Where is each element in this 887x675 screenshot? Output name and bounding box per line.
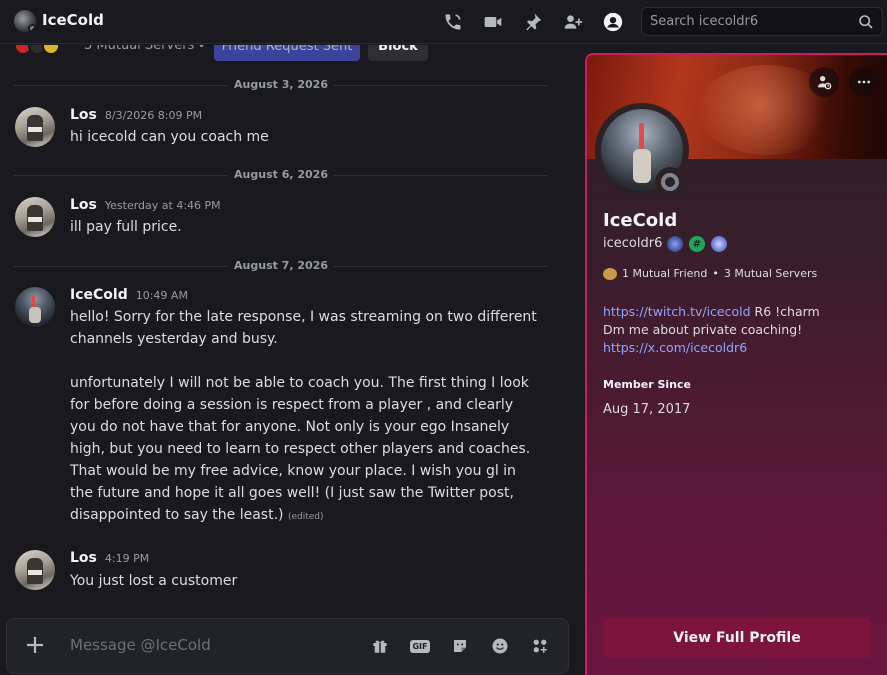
gif-icon[interactable]: GIF bbox=[409, 635, 431, 657]
avatar[interactable] bbox=[15, 287, 55, 327]
add-friend-icon[interactable] bbox=[809, 67, 839, 97]
message-composer: GIF bbox=[6, 618, 569, 674]
author-name[interactable]: IceCold bbox=[70, 287, 128, 303]
search-input[interactable] bbox=[650, 14, 850, 29]
server-boost-badge-icon[interactable] bbox=[711, 236, 727, 252]
member-since-label: Member Since bbox=[603, 378, 691, 391]
date-divider: August 6, 2026 bbox=[0, 168, 562, 181]
friend-request-sent-button[interactable]: Friend Request Sent bbox=[214, 45, 360, 61]
nitro-badge-icon[interactable] bbox=[667, 236, 683, 252]
apps-icon[interactable] bbox=[529, 635, 551, 657]
server-icon[interactable] bbox=[42, 45, 60, 55]
message-header: IceCold 10:49 AM bbox=[70, 287, 188, 303]
separator-dot: • bbox=[198, 45, 206, 53]
bio-text: R6 !charm bbox=[750, 304, 820, 319]
message-paragraph: hello! Sorry for the late response, I wa… bbox=[70, 309, 537, 347]
separator-dot: • bbox=[712, 267, 719, 280]
search-icon bbox=[858, 14, 874, 34]
mutual-servers-text[interactable]: 3 Mutual Servers bbox=[84, 45, 194, 53]
message-text: ill pay full price. bbox=[70, 219, 182, 235]
block-button[interactable]: Block bbox=[368, 45, 428, 61]
timestamp: Yesterday at 4:46 PM bbox=[104, 199, 221, 212]
message-paragraph: unfortunately I will not be able to coac… bbox=[70, 375, 531, 523]
message-text: hello! Sorry for the late response, I wa… bbox=[70, 306, 540, 528]
message-text: You just lost a customer bbox=[70, 573, 238, 589]
more-options-icon[interactable] bbox=[849, 67, 879, 97]
offline-status-icon bbox=[655, 167, 685, 197]
mutual-friends-link[interactable]: 1 Mutual Friend bbox=[622, 267, 707, 280]
search-box[interactable] bbox=[641, 7, 883, 36]
profile-display-name: IceCold bbox=[603, 210, 678, 231]
profile-bio: https://twitch.tv/icecold R6 !charm Dm m… bbox=[603, 303, 873, 357]
x-link[interactable]: https://x.com/icecoldr6 bbox=[603, 340, 747, 355]
avatar[interactable] bbox=[15, 550, 55, 590]
header-title: IceCold bbox=[42, 11, 104, 29]
member-since-date: Aug 17, 2017 bbox=[603, 402, 691, 417]
timestamp: 4:19 PM bbox=[104, 552, 150, 565]
message-header: Los Yesterday at 4:46 PM bbox=[70, 197, 221, 213]
sticker-icon[interactable] bbox=[449, 635, 471, 657]
emoji-icon[interactable] bbox=[489, 635, 511, 657]
dm-profile-header: 3 Mutual Servers • Friend Request Sent B… bbox=[0, 45, 583, 63]
profile-username[interactable]: icecoldr6 bbox=[603, 236, 662, 251]
mutual-server-icons bbox=[14, 45, 60, 55]
view-full-profile-button[interactable]: View Full Profile bbox=[603, 618, 871, 658]
message-header: Los 8/3/2026 8:09 PM bbox=[70, 107, 202, 123]
mutual-friend-avatar-icon bbox=[603, 267, 617, 280]
add-friends-to-dm-icon[interactable] bbox=[561, 10, 585, 34]
user-profile-toggle-icon[interactable] bbox=[601, 10, 625, 34]
timestamp: 8/3/2026 8:09 PM bbox=[104, 109, 203, 122]
profile-mutuals: 1 Mutual Friend • 3 Mutual Servers bbox=[603, 267, 817, 280]
avatar[interactable] bbox=[15, 107, 55, 147]
edited-label: (edited) bbox=[287, 512, 324, 522]
avatar[interactable] bbox=[15, 197, 55, 237]
user-profile-panel: IceCold icecoldr6 # 1 Mutual Friend • 3 … bbox=[585, 53, 887, 675]
mutual-servers-link[interactable]: 3 Mutual Servers bbox=[724, 267, 817, 280]
top-bar: IceCold bbox=[0, 0, 887, 44]
hashtag-badge-icon[interactable]: # bbox=[689, 236, 705, 252]
author-name[interactable]: Los bbox=[70, 197, 97, 213]
date-divider: August 3, 2026 bbox=[0, 78, 562, 91]
chat-area[interactable]: 3 Mutual Servers • Friend Request Sent B… bbox=[0, 45, 583, 675]
message-text: hi icecold can you coach me bbox=[70, 129, 269, 145]
message-header: Los 4:19 PM bbox=[70, 550, 149, 566]
author-name[interactable]: Los bbox=[70, 107, 97, 123]
date-divider: August 7, 2026 bbox=[0, 259, 562, 272]
author-name[interactable]: Los bbox=[70, 550, 97, 566]
add-attachment-icon[interactable] bbox=[23, 633, 47, 657]
header-avatar[interactable] bbox=[14, 10, 36, 32]
bio-text: Dm me about private coaching! bbox=[603, 322, 803, 337]
video-call-icon[interactable] bbox=[481, 10, 505, 34]
twitch-link[interactable]: https://twitch.tv/icecold bbox=[603, 304, 751, 319]
voice-call-icon[interactable] bbox=[441, 10, 465, 34]
gift-icon[interactable] bbox=[369, 635, 391, 657]
app-root: IceCold 3 M bbox=[0, 0, 887, 675]
message-input[interactable] bbox=[70, 633, 350, 657]
timestamp: 10:49 AM bbox=[135, 289, 188, 302]
pin-icon[interactable] bbox=[521, 10, 545, 34]
